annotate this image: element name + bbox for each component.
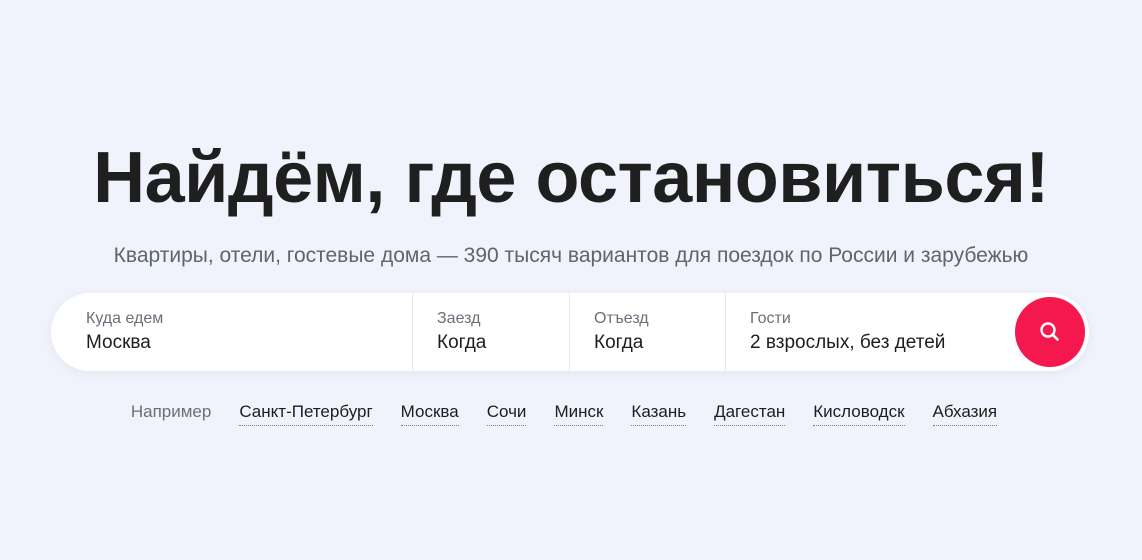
suggestions-label: Например	[130, 402, 212, 421]
suggestion-link[interactable]: Казань	[631, 400, 687, 426]
search-bar: Куда едем Москва Заезд Когда Отъезд Когд…	[51, 293, 1089, 371]
suggestion-link[interactable]: Минск	[554, 400, 604, 426]
checkin-value[interactable]: Когда	[437, 330, 569, 356]
suggestion-link[interactable]: Москва	[400, 400, 459, 426]
suggestion-link[interactable]: Санкт-Петербург	[239, 400, 373, 426]
page-subtitle: Квартиры, отели, гостевые дома — 390 тыс…	[113, 244, 1029, 267]
search-button[interactable]	[1015, 297, 1085, 367]
suggestion-link[interactable]: Сочи	[486, 400, 527, 426]
guests-value[interactable]: 2 взрослых, без детей	[750, 330, 1015, 356]
guests-field[interactable]: Гости 2 взрослых, без детей	[725, 293, 1015, 371]
checkin-label: Заезд	[437, 309, 481, 327]
guests-label: Гости	[750, 309, 791, 327]
suggestions-row: Например Санкт-Петербург Москва Сочи Мин…	[0, 400, 1142, 426]
destination-value[interactable]: Москва	[86, 330, 412, 356]
destination-label: Куда едем	[86, 309, 164, 327]
checkout-label: Отъезд	[594, 309, 649, 327]
suggestion-link[interactable]: Кисловодск	[813, 400, 905, 426]
suggestion-link[interactable]: Дагестан	[714, 400, 786, 426]
checkin-field[interactable]: Заезд Когда	[412, 293, 569, 371]
checkout-field[interactable]: Отъезд Когда	[569, 293, 725, 371]
search-icon	[1040, 322, 1059, 341]
destination-field[interactable]: Куда едем Москва	[51, 293, 412, 371]
page-title: Найдём, где остановиться!	[93, 138, 1049, 218]
suggestion-link[interactable]: Абхазия	[932, 400, 998, 426]
checkout-value[interactable]: Когда	[594, 330, 725, 356]
